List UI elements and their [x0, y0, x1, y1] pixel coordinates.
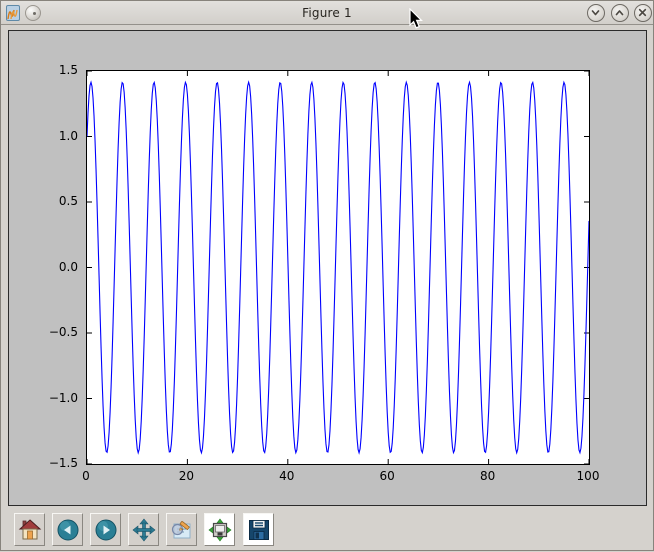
sine-line-series [87, 82, 589, 453]
y-tick-label: 1.5 [28, 63, 78, 77]
maximize-button[interactable] [611, 4, 629, 22]
home-button[interactable] [14, 513, 45, 546]
x-tick-label: 0 [82, 469, 90, 483]
sine-wave-plot [87, 71, 589, 464]
close-button[interactable] [634, 4, 652, 22]
y-tick-label: 0.5 [28, 194, 78, 208]
pan-arrows-icon [132, 518, 156, 542]
client-area: 0 20 40 60 80 100 −1.5 −1.0 −0.5 0.0 0.5 1.0 1.5 [1, 25, 653, 550]
figure-window: Figure 1 0204060801 [0, 0, 654, 551]
pan-button[interactable] [128, 513, 159, 546]
figure-canvas[interactable]: 0 20 40 60 80 100 −1.5 −1.0 −0.5 0.0 0.5 1.0 1.5 [8, 30, 647, 506]
zoom-edit-icon [170, 518, 194, 542]
window-title: Figure 1 [1, 1, 653, 25]
y-tick-label: 0.0 [28, 260, 78, 274]
x-tick-label: 100 [577, 469, 600, 483]
x-tick-label: 40 [279, 469, 294, 483]
x-tick-label: 80 [480, 469, 495, 483]
save-floppy-icon [247, 518, 271, 542]
x-tick-label: 20 [179, 469, 194, 483]
y-tick-label: −1.0 [28, 391, 78, 405]
y-tick-label: −0.5 [28, 325, 78, 339]
titlebar[interactable]: Figure 1 [1, 1, 653, 25]
back-arrow-icon [56, 518, 80, 542]
y-tick-label: −1.5 [28, 456, 78, 470]
zoom-button[interactable] [166, 513, 197, 546]
navigation-toolbar [1, 512, 653, 552]
configure-subplots-icon [208, 518, 232, 542]
forward-button[interactable] [90, 513, 121, 546]
back-button[interactable] [52, 513, 83, 546]
y-tick-label: 1.0 [28, 129, 78, 143]
home-icon [18, 518, 42, 542]
x-tick-label: 60 [380, 469, 395, 483]
save-button[interactable] [243, 513, 274, 546]
minimize-button[interactable] [587, 4, 605, 22]
forward-arrow-icon [94, 518, 118, 542]
plot-axes[interactable] [86, 70, 590, 465]
subplots-button[interactable] [204, 513, 235, 546]
